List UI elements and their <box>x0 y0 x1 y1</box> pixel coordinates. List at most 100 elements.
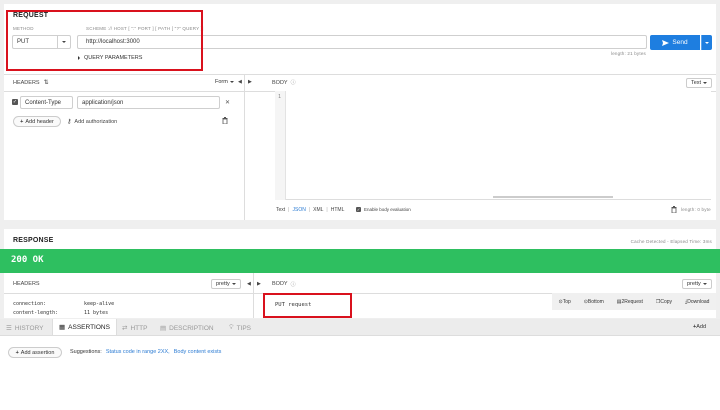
response-headers-label: HEADERS <box>13 281 40 287</box>
collapse-left-arrow[interactable]: ◀ <box>238 79 242 85</box>
response-headers-format-dropdown[interactable]: pretty <box>211 279 241 289</box>
key-icon: ⚷ <box>67 119 72 125</box>
header-enabled-checkbox[interactable]: ✓ <box>12 99 18 105</box>
bottom-button[interactable]: ⊙Bottom <box>584 299 604 305</box>
suggestions: Suggestions: Status code in range 2XX, B… <box>70 349 221 355</box>
request-body-label: BODY ⓘ <box>272 79 296 87</box>
history-icon: ☰ <box>6 325 12 332</box>
sort-icon[interactable]: ⇅ <box>44 79 49 86</box>
tab-http[interactable]: ⇄ HTTP <box>122 324 148 333</box>
body-label-text: BODY <box>272 79 288 86</box>
suggestion-body-exists[interactable]: Body content exists <box>174 349 222 355</box>
trash-icon[interactable] <box>222 117 228 124</box>
body-length: length: 0 byte <box>681 207 711 212</box>
tab-tips[interactable]: 💡︎ TIPS <box>229 324 251 332</box>
enable-eval-label: Enable body evaluation <box>364 207 411 212</box>
download-label: Download <box>687 298 710 305</box>
send-icon <box>662 39 670 46</box>
send-button[interactable]: Send <box>650 35 700 50</box>
add-assertion-label: Add assertion <box>20 349 55 356</box>
body-editor[interactable]: 1 <box>275 91 711 200</box>
clear-body-trash-icon[interactable] <box>671 206 677 213</box>
tab-assertions-label: ASSERTIONS <box>68 323 110 331</box>
tab-assertions[interactable]: ▦ ASSERTIONS <box>52 319 117 335</box>
tab-description[interactable]: ▤ DESCRIPTION <box>160 324 214 333</box>
body-mode-switcher: Text | JSON | XML | HTML <box>276 207 344 213</box>
body-format-label: Text <box>691 80 702 86</box>
caret-down-icon <box>702 283 707 285</box>
request-highlight-box <box>6 10 203 71</box>
header-row-value: keep-alive <box>84 301 115 307</box>
collapse-left-arrow[interactable]: ◀ <box>247 281 251 287</box>
tab-tips-label: TIPS <box>236 324 252 332</box>
caret-down-icon <box>229 81 234 83</box>
copy-button[interactable]: ❐Copy <box>656 299 672 305</box>
plus-icon: + <box>20 118 24 125</box>
expand-right-arrow[interactable]: ▶ <box>248 79 252 85</box>
lightbulb-icon: 💡︎ <box>229 324 234 331</box>
send-options-button[interactable] <box>701 35 712 50</box>
status-bar: 200 OK <box>0 249 720 273</box>
caret-down-icon <box>703 82 708 84</box>
assertions-panel: + Add assertion Suggestions: Status code… <box>0 336 720 410</box>
header-row-name: content-length: <box>13 310 59 316</box>
mode-separator: | <box>308 207 311 213</box>
mode-json[interactable]: JSON <box>292 207 305 213</box>
response-body-format-dropdown[interactable]: pretty <box>682 279 712 289</box>
mode-separator: | <box>326 207 328 213</box>
add-header-button[interactable]: + Add header <box>13 116 61 127</box>
mode-text[interactable]: Text <box>276 207 285 213</box>
copy-label: Copy <box>660 298 673 305</box>
to-request-label: 2Request <box>621 298 643 305</box>
add-authorization-label: Add authorization <box>74 118 118 125</box>
tab-history-label: HISTORY <box>14 324 44 332</box>
suggestion-status-code[interactable]: Status code in range 2XX, <box>106 349 170 355</box>
caret-down-icon <box>231 283 236 285</box>
mode-xml[interactable]: XML <box>313 207 323 213</box>
bottom-label: Bottom <box>587 298 604 305</box>
request-split-divider[interactable] <box>244 75 245 220</box>
response-body-label: BODY ⓘ <box>272 281 296 288</box>
body-format-dropdown[interactable]: Text <box>686 78 713 88</box>
header-row-name: connection: <box>13 301 47 307</box>
tab-history[interactable]: ☰ HISTORY <box>6 324 44 333</box>
headers-form-dropdown[interactable]: Form <box>215 79 234 85</box>
send-label: Send <box>672 39 688 46</box>
header-row-value: 11 bytes <box>84 310 109 316</box>
request-divider <box>4 74 716 75</box>
tab-http-label: HTTP <box>130 324 148 332</box>
to-request-button[interactable]: ▤2Request <box>617 299 643 305</box>
response-actions: ⊙Top ⊙Bottom ▤2Request ❐Copy ⤓Download <box>552 293 716 310</box>
header-value-input[interactable]: application/json <box>77 96 220 109</box>
header-name-input[interactable]: Content-Type <box>20 96 73 109</box>
headers-label-text: HEADERS <box>13 79 40 86</box>
add-header-label: Add header <box>25 118 54 125</box>
top-label: Top <box>562 298 571 305</box>
form-label: Form <box>215 79 228 85</box>
mode-html[interactable]: HTML <box>331 207 345 213</box>
status-text: 200 OK <box>11 255 44 265</box>
top-button[interactable]: ⊙Top <box>558 299 570 305</box>
add-tab-button[interactable]: +Add <box>693 324 706 330</box>
response-body-format: pretty <box>687 281 701 287</box>
add-authorization-link[interactable]: ⚷ Add authorization <box>67 118 118 126</box>
editor-scrollbar[interactable] <box>493 196 613 198</box>
info-icon: ⓘ <box>290 80 296 86</box>
response-title: RESPONSE <box>13 237 54 244</box>
swap-icon: ⇄ <box>122 325 128 332</box>
download-button[interactable]: ⤓Download <box>685 299 709 305</box>
response-split-divider[interactable] <box>253 273 254 318</box>
request-headers-label: HEADERS ⇅ <box>13 79 49 87</box>
response-body-highlight-box <box>263 293 352 318</box>
line-number: 1 <box>278 94 282 100</box>
suggestions-label: Suggestions: <box>70 349 102 355</box>
mode-separator: | <box>288 207 290 213</box>
bottom-tab-bar: ☰ HISTORY ▦ ASSERTIONS ⇄ HTTP ▤ DESCRIPT… <box>0 319 720 336</box>
enable-eval-checkbox[interactable]: ✓ <box>356 207 361 212</box>
response-body-label-text: BODY <box>272 281 288 287</box>
add-assertion-button[interactable]: + Add assertion <box>8 347 62 358</box>
remove-header-icon[interactable]: ✕ <box>225 99 230 106</box>
assertions-icon: ▦ <box>59 324 66 331</box>
header-name: Content-Type <box>25 99 62 106</box>
expand-right-arrow[interactable]: ▶ <box>257 281 261 287</box>
